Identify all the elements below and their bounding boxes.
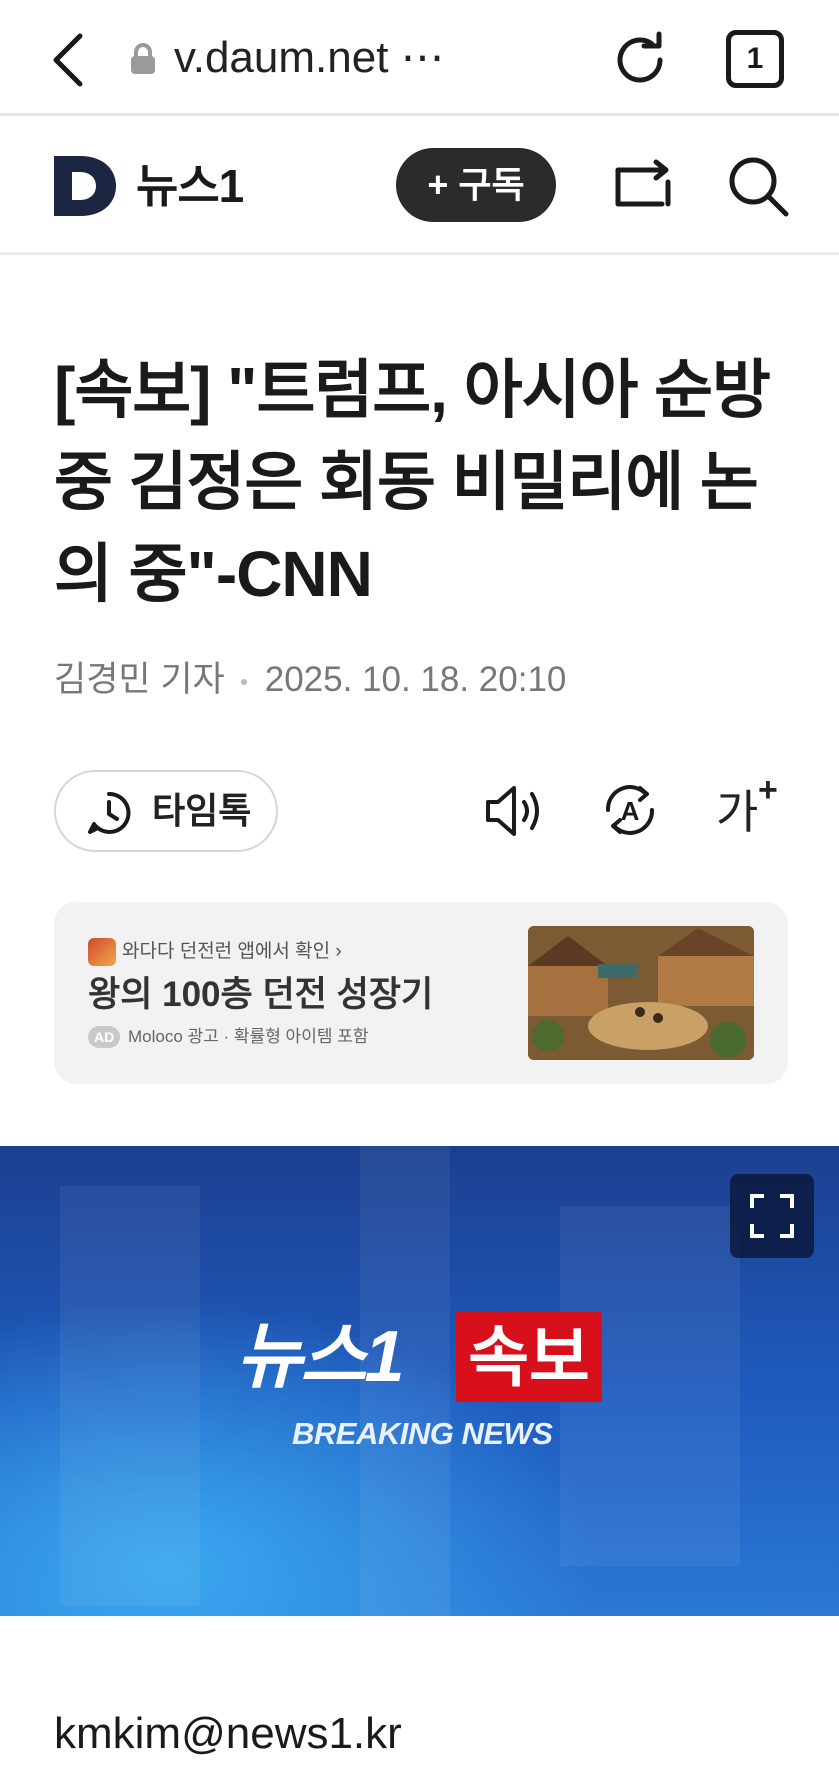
translate-icon[interactable]: A [600,780,660,840]
clock-chat-icon [88,791,131,834]
article-byline: 김경민 기자 2025. 10. 18. 20:10 [54,656,566,704]
article-headline: [속보] "트럼프, 아시아 순방 중 김정은 회동 비밀리에 논의 중"-CN… [54,354,771,610]
press-brand-name[interactable]: 뉴스1 [136,156,244,216]
browser-toolbar: v.daum.net ⋯ 1 [0,0,839,116]
article-hero-image[interactable]: 뉴스1 속보 BREAKING NEWS [0,1146,839,1616]
search-icon[interactable] [726,154,790,218]
ad-banner[interactable]: 와다다 던전런 앱에서 확인 › 왕의 100층 던전 성장기 AD Moloc… [54,902,788,1084]
timetalk-label: 타임톡 [152,790,252,831]
address-bar-url[interactable]: v.daum.net ⋯ [174,30,445,86]
reporter-email[interactable]: kmkim@news1.kr [54,1706,402,1762]
daum-logo-icon[interactable] [54,154,118,218]
svg-text:A: A [621,796,640,826]
ad-badge: AD [88,1026,121,1048]
publish-datetime: 2025. 10. 18. 20:10 [264,660,567,699]
breaking-news-caption: BREAKING NEWS [292,1416,553,1451]
share-icon[interactable] [612,156,674,216]
back-arrow-icon[interactable] [46,28,92,92]
font-size-plus: + [758,771,778,809]
fullscreen-button[interactable] [730,1174,814,1258]
separator-dot [240,678,247,685]
ad-thumbnail-image[interactable] [528,926,754,1060]
fullscreen-icon [750,1194,794,1238]
speaker-icon[interactable] [484,782,546,840]
ad-sponsor-info: Moloco 광고 · 확률형 아이템 포함 [128,1027,369,1046]
game-app-icon [88,938,116,966]
ad-source-link[interactable]: 와다다 던전런 앱에서 확인 › [122,936,342,963]
breaking-label: 속보 [456,1312,602,1402]
timetalk-button[interactable]: 타임톡 [54,770,278,852]
ad-title[interactable]: 왕의 100층 던전 성장기 [88,970,433,1020]
author-name[interactable]: 김경민 기자 [54,660,225,699]
lock-icon [131,43,155,74]
font-size-button[interactable]: 가 + [716,771,780,844]
tab-switcher-button[interactable]: 1 [726,30,784,88]
news1-logo-text: 뉴스1 [236,1317,405,1397]
font-size-label: 가 [716,786,759,838]
reload-icon[interactable] [610,30,670,90]
subscribe-button[interactable]: + 구독 [396,148,556,222]
site-header: 뉴스1 + 구독 [0,116,839,255]
bg-panel [60,1186,200,1606]
